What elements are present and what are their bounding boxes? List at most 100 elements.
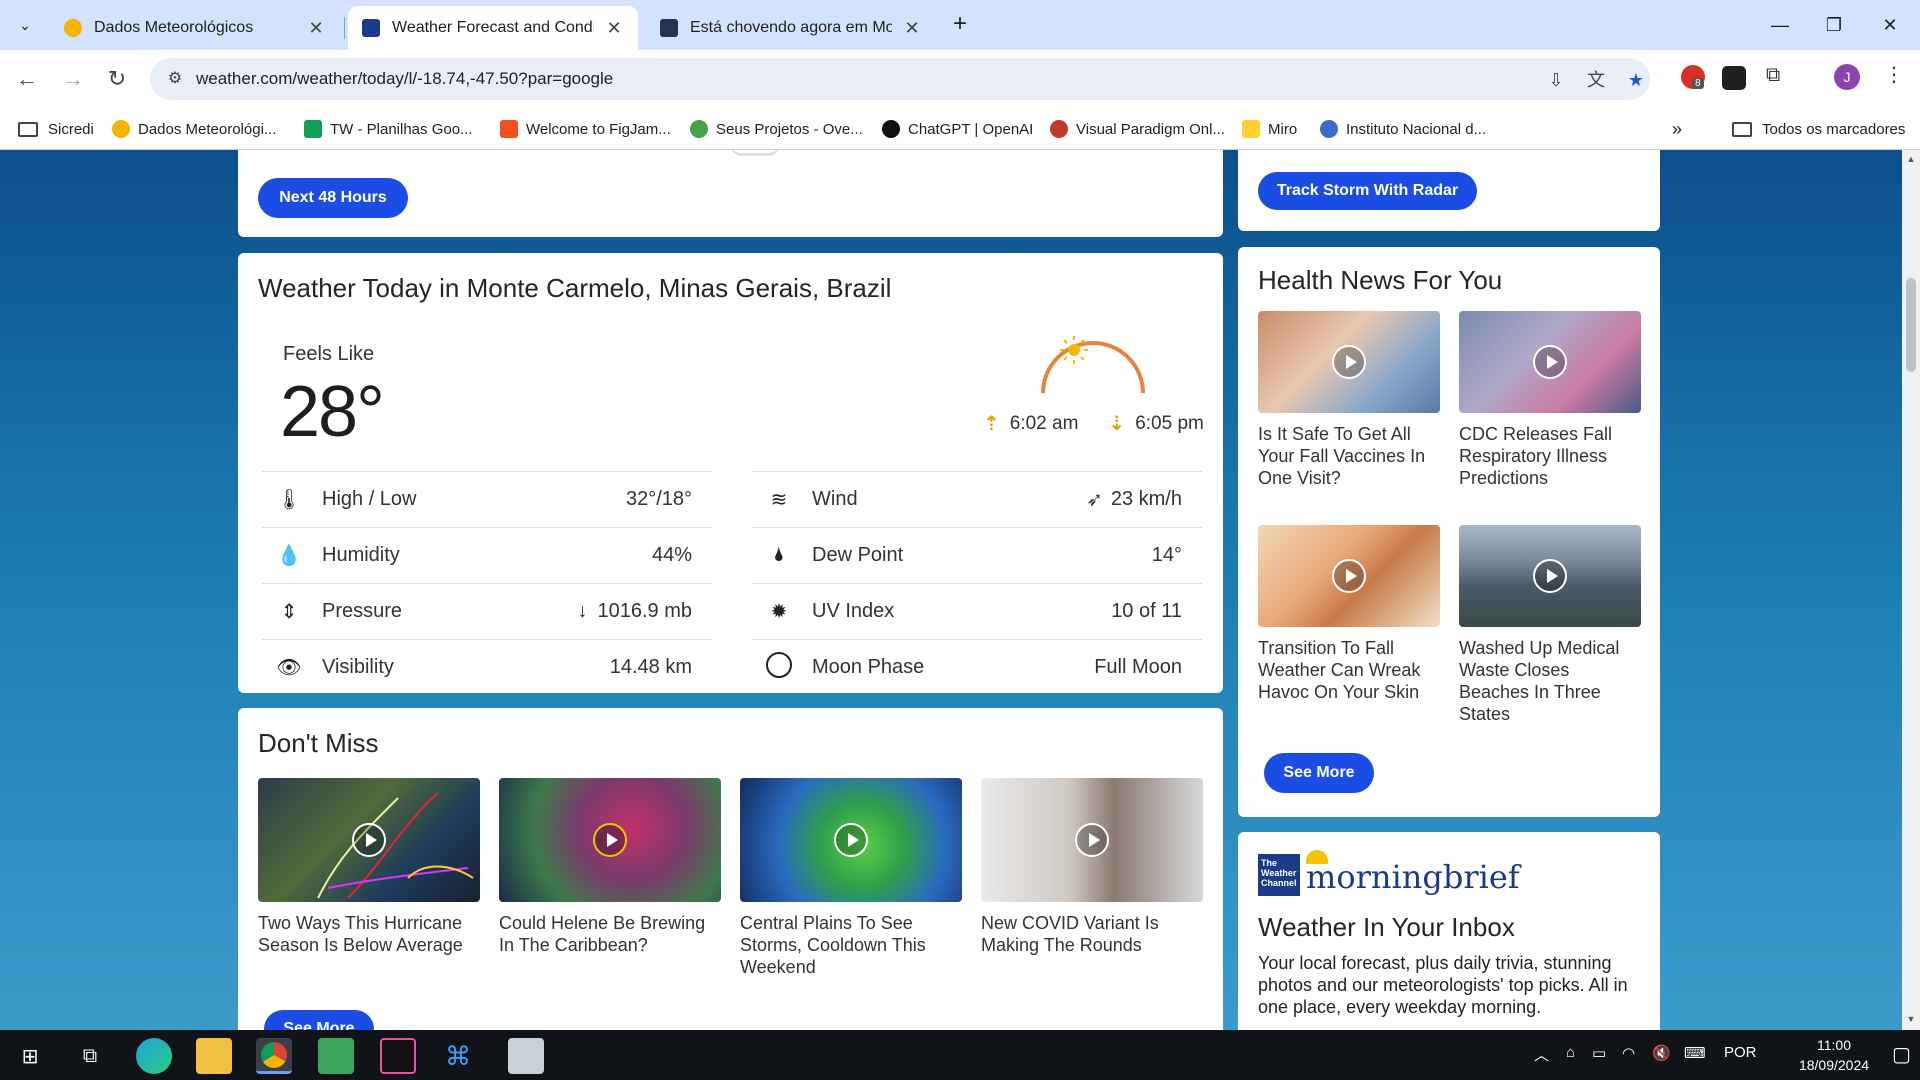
translate-icon[interactable]: 文 <box>1584 68 1608 92</box>
forward-button[interactable]: → <box>56 62 90 96</box>
clock[interactable]: 11:00 18/09/2024 <box>1786 1035 1882 1075</box>
dont-miss-see-more-button[interactable]: See More <box>264 1010 374 1030</box>
tab-search-button[interactable]: ⌄ <box>10 10 40 40</box>
detail-row-high-low: 🌡 High / Low 32°/18° <box>262 471 712 527</box>
sunrise-time: 6:02 am <box>1009 412 1079 434</box>
bookmark-item[interactable]: ChatGPT | OpenAI <box>882 116 1033 142</box>
all-bookmarks-folder[interactable]: Todos os marcadores <box>1732 116 1905 142</box>
inmet-favicon-icon <box>1320 120 1338 138</box>
dont-miss-item[interactable]: New COVID Variant Is Making The Rounds <box>981 778 1203 956</box>
feels-like-label: Feels Like <box>283 343 375 365</box>
video-thumbnail[interactable] <box>740 778 962 902</box>
scrollbar-thumb[interactable] <box>1906 278 1916 372</box>
scroll-down-icon[interactable]: ▼ <box>1902 1014 1920 1024</box>
close-tab-icon[interactable]: ✕ <box>604 18 624 39</box>
play-icon <box>1332 345 1366 379</box>
detail-row-humidity: 💧 Humidity 44% <box>262 527 712 583</box>
file-explorer-icon[interactable] <box>196 1038 232 1074</box>
dont-miss-item[interactable]: Central Plains To See Storms, Cooldown T… <box>740 778 962 978</box>
video-thumbnail[interactable] <box>1258 311 1440 413</box>
battery-icon[interactable]: ▭ <box>1592 1044 1606 1062</box>
minimize-button[interactable]: — <box>1760 8 1800 42</box>
next-48-hours-button[interactable]: Next 48 Hours <box>258 178 408 218</box>
tab-esta-chovendo[interactable]: Está chovendo agora em Monte Carmelo ✕ <box>646 6 936 50</box>
bookmark-item[interactable]: Instituto Nacional d... <box>1320 116 1486 142</box>
spreadsheet-app-icon[interactable] <box>318 1038 354 1074</box>
detail-row-moon-phase: Moon Phase Full Moon <box>752 639 1202 695</box>
video-thumbnail[interactable] <box>1459 311 1641 413</box>
site-info-icon[interactable]: ⚙ <box>164 68 186 90</box>
edge-icon[interactable] <box>136 1038 172 1074</box>
dew-point-icon: 🌢 <box>773 544 785 566</box>
page-scrollbar[interactable]: ▲ ▼ <box>1902 150 1920 1030</box>
dont-miss-item[interactable]: Could Helene Be Brewing In The Caribbean… <box>499 778 721 956</box>
play-icon <box>834 823 868 857</box>
reload-button[interactable]: ↻ <box>100 62 134 96</box>
health-see-more-button[interactable]: See More <box>1264 753 1374 793</box>
wind-icon: ≋ <box>770 489 788 511</box>
tab-dados-meteorologicos[interactable]: Dados Meteorológicos ✕ <box>50 6 340 50</box>
health-news-title: Health News For You <box>1258 265 1503 295</box>
intellij-icon[interactable] <box>380 1038 416 1074</box>
extension-button[interactable]: 8 <box>1678 62 1708 92</box>
tab-weather-forecast[interactable]: Weather Forecast and Conditions ✕ <box>348 6 638 50</box>
bookmark-item[interactable]: TW - Planilhas Goo... <box>304 116 473 142</box>
back-button[interactable]: ← <box>10 62 44 96</box>
notifications-icon[interactable]: ▢ <box>1892 1042 1911 1067</box>
tray-chevron-up-icon[interactable]: ︿ <box>1534 1044 1549 1065</box>
profile-avatar[interactable]: J <box>1834 64 1860 90</box>
task-view-icon[interactable]: ⧉ <box>72 1038 108 1074</box>
chrome-icon[interactable] <box>256 1038 292 1074</box>
back-arrow-icon: ← <box>16 66 38 91</box>
bookmark-item[interactable]: Miro <box>1242 116 1297 142</box>
video-thumbnail[interactable] <box>1459 525 1641 627</box>
bookmark-item[interactable]: Visual Paradigm Onl... <box>1050 116 1225 142</box>
app-window-icon[interactable] <box>508 1038 544 1074</box>
health-news-item[interactable]: Transition To Fall Weather Can Wreak Hav… <box>1258 525 1440 703</box>
extension-dark-icon[interactable] <box>1722 66 1746 90</box>
scroll-up-icon[interactable]: ▲ <box>1902 154 1920 164</box>
health-news-item[interactable]: Is It Safe To Get All Your Fall Vaccines… <box>1258 311 1440 489</box>
reload-icon: ↻ <box>107 66 127 91</box>
bookmark-star-icon[interactable]: ★ <box>1624 68 1648 92</box>
video-thumbnail[interactable] <box>499 778 721 902</box>
bookmark-item[interactable]: Seus Projetos - Ove... <box>690 116 863 142</box>
play-icon <box>593 823 627 857</box>
video-thumbnail[interactable] <box>981 778 1203 902</box>
extensions-puzzle-icon[interactable]: ⧉ <box>1766 64 1780 87</box>
detail-row-wind: ≋ Wind ➶ 23 km/h <box>752 471 1202 527</box>
track-storm-radar-button[interactable]: Track Storm With Radar <box>1258 172 1477 210</box>
bookmark-item[interactable]: Dados Meteorológi... <box>112 116 276 142</box>
tray-device-icon[interactable]: ⌂ <box>1566 1044 1575 1061</box>
dont-miss-item[interactable]: Two Ways This Hurricane Season Is Below … <box>258 778 480 956</box>
url-text[interactable]: weather.com/weather/today/l/-18.74,-47.5… <box>196 69 613 89</box>
keyboard-icon[interactable]: ⌨ <box>1684 1044 1706 1062</box>
menu-kebab-icon[interactable]: ⋮ <box>1884 62 1904 87</box>
bookmark-item[interactable]: Welcome to FigJam... <box>500 116 671 142</box>
health-news-item[interactable]: CDC Releases Fall Respiratory Illness Pr… <box>1459 311 1641 489</box>
health-news-card: Health News For You Is It Safe To Get Al… <box>1238 247 1660 817</box>
sheets-favicon-icon <box>304 120 322 138</box>
volume-muted-icon[interactable]: 🔇 <box>1652 1044 1671 1062</box>
new-tab-button[interactable]: + <box>946 11 974 39</box>
play-icon <box>1332 559 1366 593</box>
address-bar[interactable]: ⚙ weather.com/weather/today/l/-18.74,-47… <box>150 58 1650 100</box>
detail-row-uv-index: ✹ UV Index 10 of 11 <box>752 583 1202 639</box>
windows-start-icon[interactable]: ⊞ <box>12 1038 48 1074</box>
video-thumbnail[interactable] <box>1258 525 1440 627</box>
close-tab-icon[interactable]: ✕ <box>306 18 326 39</box>
close-tab-icon[interactable]: ✕ <box>902 18 922 39</box>
vscode-icon[interactable]: ⌘ <box>440 1038 476 1074</box>
chevron-down-icon: ⌄ <box>19 16 31 33</box>
video-thumbnail[interactable] <box>258 778 480 902</box>
sunset-time: 6:05 pm <box>1135 412 1204 434</box>
close-window-button[interactable]: ✕ <box>1870 8 1910 42</box>
bookmarks-overflow-button[interactable]: » <box>1672 116 1682 142</box>
install-app-icon[interactable]: ⇩ <box>1544 68 1568 92</box>
restore-button[interactable]: ❐ <box>1814 8 1854 42</box>
wifi-icon[interactable]: ◠ <box>1622 1044 1635 1062</box>
weather-today-title: Weather Today in Monte Carmelo, Minas Ge… <box>258 273 892 303</box>
health-news-item[interactable]: Washed Up Medical Waste Closes Beaches I… <box>1459 525 1641 725</box>
language-indicator[interactable]: POR <box>1724 1044 1757 1061</box>
bookmark-folder-sicredi[interactable]: Sicredi <box>18 116 94 142</box>
